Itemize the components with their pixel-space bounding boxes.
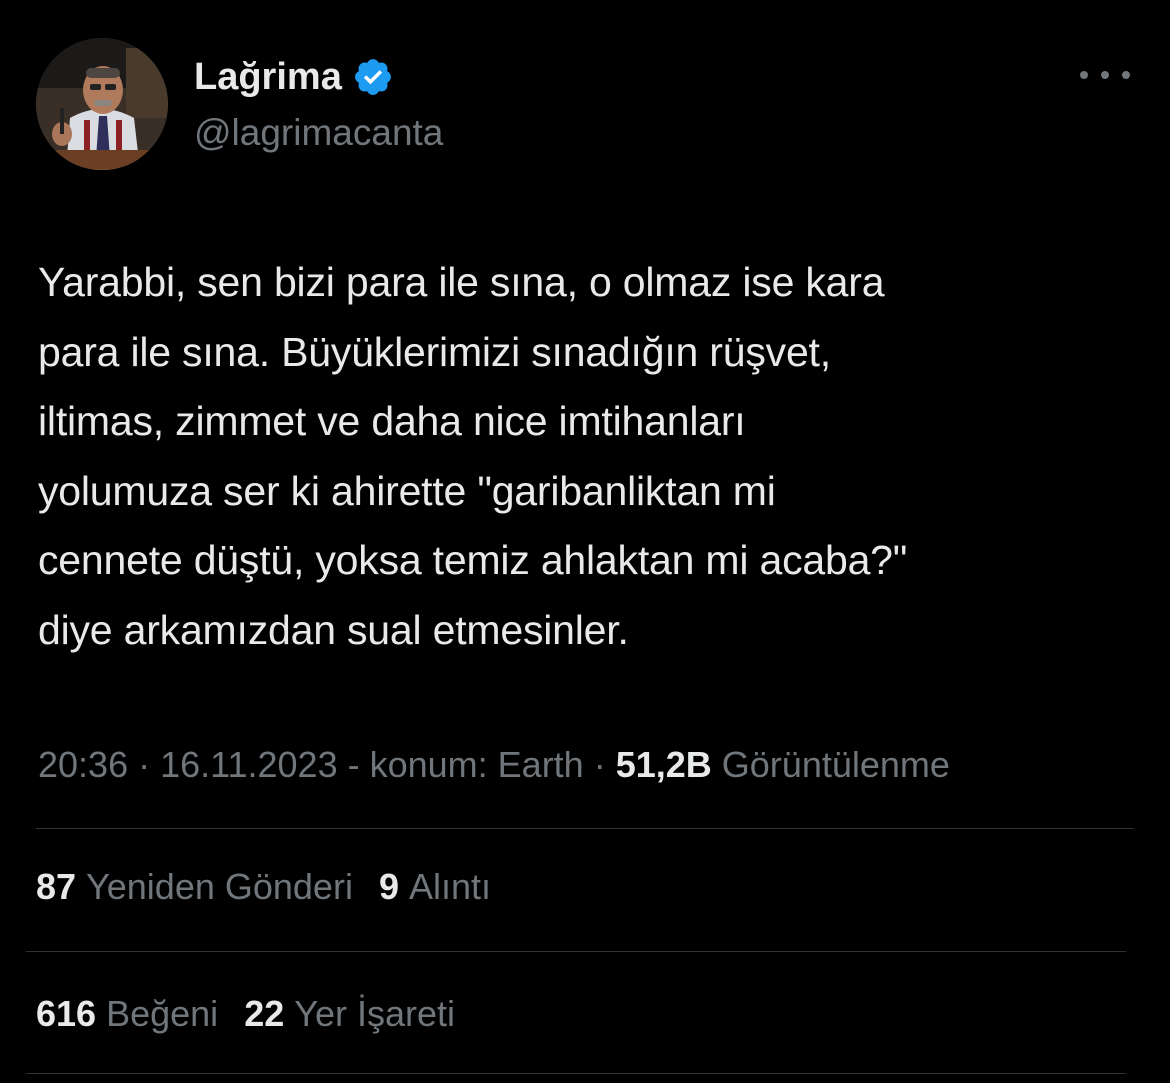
- divider: [26, 951, 1126, 952]
- quotes-label: Alıntı: [408, 866, 492, 907]
- quotes-count: 9: [378, 866, 399, 907]
- bookmarks-stat[interactable]: 22 Yer İşareti: [244, 989, 455, 1039]
- likes-stat[interactable]: 616 Beğeni: [36, 989, 218, 1039]
- meta-separator: ·: [128, 744, 161, 785]
- bookmarks-label: Yer İşareti: [294, 993, 455, 1034]
- author-display-name[interactable]: Lağrima: [194, 52, 342, 102]
- dot-icon: [1101, 71, 1109, 79]
- more-options-icon[interactable]: [1080, 60, 1130, 90]
- reposts-count: 87: [36, 866, 77, 907]
- likes-label: Beğeni: [106, 993, 219, 1034]
- avatar[interactable]: [36, 38, 168, 170]
- tweet-text-line: cennete düştü, yoksa temiz ahlaktan mi a…: [38, 537, 908, 583]
- verified-badge-icon: [354, 59, 391, 95]
- views-count: 51,2B: [615, 744, 712, 785]
- avatar-image: [36, 38, 168, 170]
- tweet-text: Yarabbi, sen bizi para ile sına, o olmaz…: [38, 248, 1138, 665]
- quotes-stat[interactable]: 9 Alıntı: [379, 862, 491, 912]
- tweet-time[interactable]: 20:36: [38, 744, 128, 785]
- reposts-stat[interactable]: 87 Yeniden Gönderi: [36, 862, 353, 912]
- tweet-text-line: Yarabbi, sen bizi para ile sına, o olmaz…: [38, 259, 885, 305]
- tweet-date[interactable]: 16.11.2023: [160, 744, 338, 785]
- author-name-row: Lağrima: [194, 52, 394, 102]
- divider: [26, 1073, 1126, 1074]
- reposts-label: Yeniden Gönderi: [86, 866, 353, 907]
- divider: [36, 828, 1134, 829]
- tweet-location: - konum: Earth: [337, 744, 584, 785]
- bookmarks-count: 22: [244, 993, 285, 1034]
- tweet-text-line: para ile sına. Büyüklerimizi sınadığın r…: [38, 328, 831, 375]
- dot-icon: [1122, 71, 1130, 79]
- tweet-meta: 20:36 · 16.11.2023 - konum: Earth · 51,2…: [38, 740, 950, 790]
- stats-row-reposts: 87 Yeniden Gönderi 9 Alıntı: [36, 862, 491, 912]
- dot-icon: [1080, 71, 1088, 79]
- likes-count: 616: [36, 993, 97, 1034]
- tweet-text-line: iltimas, zimmet ve daha nice imtihanları: [38, 398, 746, 444]
- meta-separator: ·: [583, 744, 616, 785]
- stats-row-likes: 616 Beğeni 22 Yer İşareti: [36, 989, 455, 1039]
- views-label: Görüntülenme: [711, 744, 950, 785]
- tweet-text-line: yolumuza ser ki ahirette "garibanliktan …: [38, 467, 776, 514]
- author-handle[interactable]: @lagrimacanta: [194, 108, 443, 158]
- tweet-text-line: diye arkamızdan sual etmesinler.: [38, 606, 629, 653]
